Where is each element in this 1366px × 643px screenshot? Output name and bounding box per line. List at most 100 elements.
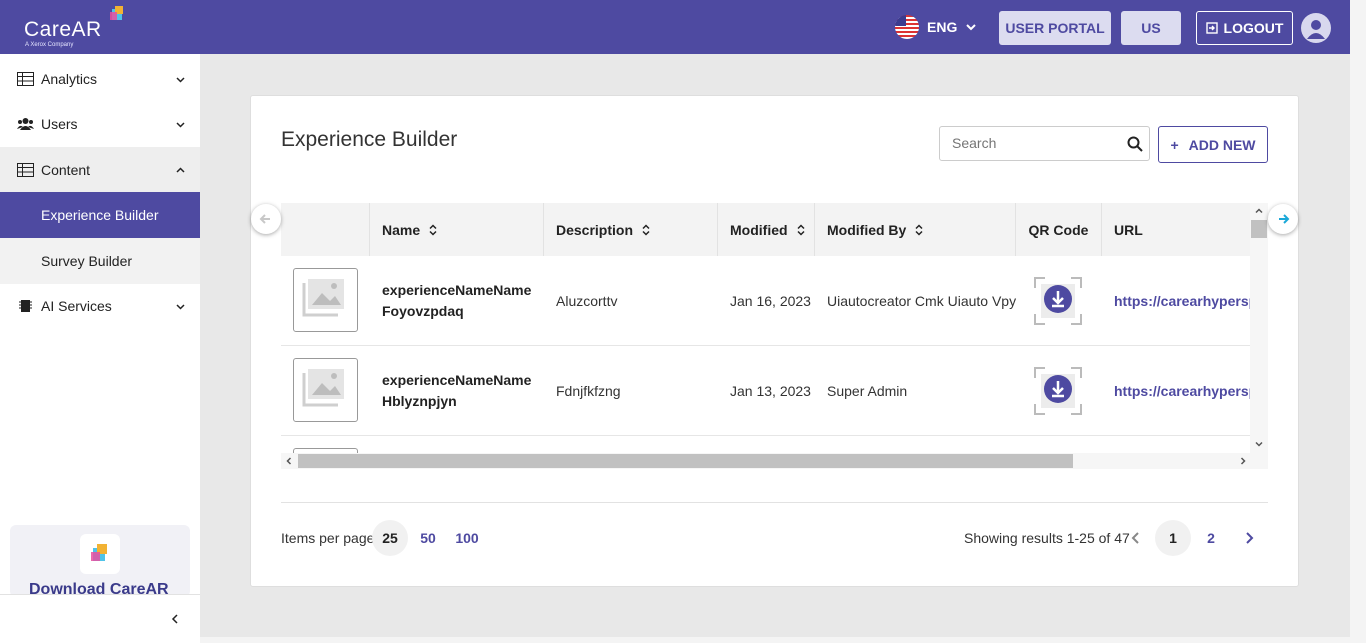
sort-icon[interactable] (641, 223, 651, 236)
modified-cell: Jan 16, 2023 (730, 293, 811, 309)
experience-builder-card: Experience Builder + ADD NEW Name Descri… (250, 95, 1299, 587)
qr-download-icon[interactable] (1033, 276, 1083, 326)
table-scroll-left-button[interactable] (251, 204, 281, 234)
image-placeholder-icon (293, 268, 358, 332)
column-header-modified-by[interactable]: Modified By (814, 203, 1015, 256)
column-label: Name (382, 221, 421, 238)
column-header-url: URL (1101, 203, 1250, 256)
thumbnail-column-header (281, 203, 369, 256)
users-icon (17, 118, 34, 130)
vertical-scrollbar[interactable] (1250, 203, 1268, 453)
qr-download-icon[interactable] (1033, 366, 1083, 416)
modified-by-cell: Uiautocreator Cmk Uiauto Vpy (827, 293, 1017, 309)
column-header-modified[interactable]: Modified (717, 203, 814, 256)
name-cell: experienceNameNameHblyznpjyn (382, 346, 537, 436)
items-per-page-label: Items per page: (281, 530, 379, 546)
logo-subtitle: A Xerox Company (25, 42, 74, 48)
name-cell: experienceNameNameFoyovzpdaq (382, 256, 537, 346)
horizontal-scroll-thumb[interactable] (298, 454, 1073, 468)
image-placeholder-icon (293, 358, 358, 422)
user-icon (1307, 20, 1325, 39)
sort-icon[interactable] (428, 223, 438, 236)
experience-name[interactable]: experienceNameNameFoyovzpdaq (382, 280, 537, 322)
experience-table: Name Description Modified Modified By QR… (281, 203, 1268, 469)
table-icon (17, 72, 34, 86)
sidebar-item-users[interactable]: Users (0, 101, 200, 147)
sidebar-item-label: Content (41, 162, 91, 178)
chevron-left-icon[interactable] (170, 613, 180, 625)
scroll-right-icon[interactable] (1238, 456, 1248, 466)
sidebar-item-label: Analytics (41, 71, 98, 87)
arrow-left-icon (259, 214, 270, 224)
sidebar-item-experience-builder[interactable]: Experience Builder (0, 192, 200, 238)
column-header-description[interactable]: Description (543, 203, 717, 256)
logo-cube-icon (110, 6, 123, 20)
url-link[interactable]: https://carearhypersp (1114, 346, 1257, 436)
items-per-page-50[interactable]: 50 (410, 520, 446, 556)
table-row[interactable]: experienceNameNameHblyznpjyn Fdnjfkfzng … (281, 346, 1257, 436)
sort-icon[interactable] (914, 223, 924, 236)
carear-app-icon (80, 534, 120, 574)
sidebar-collapse-bar (0, 594, 200, 643)
chip-icon (19, 300, 32, 312)
items-per-page-25[interactable]: 25 (372, 520, 408, 556)
sidebar-item-ai-services[interactable]: AI Services (0, 283, 200, 329)
results-count: Showing results 1-25 of 47 (964, 530, 1130, 546)
column-label: Modified By (827, 221, 907, 238)
us-flag-icon (895, 15, 919, 39)
horizontal-scrollbar[interactable] (281, 453, 1268, 469)
sidebar-item-label: Experience Builder (41, 207, 159, 223)
carear-logo[interactable]: CareAR A Xerox Company (24, 6, 134, 50)
language-label: ENG (927, 19, 958, 35)
url-link[interactable]: https://carearhypersp (1114, 256, 1257, 346)
column-label: Description (556, 221, 634, 238)
column-header-name[interactable]: Name (369, 203, 543, 256)
chevron-down-icon (176, 303, 185, 310)
sidebar-item-analytics[interactable]: Analytics (0, 56, 200, 102)
page-title: Experience Builder (281, 128, 458, 151)
page-1-button[interactable]: 1 (1155, 520, 1191, 556)
search-box[interactable] (939, 126, 1150, 161)
column-header-qr-code: QR Code (1015, 203, 1101, 256)
user-avatar[interactable] (1301, 13, 1331, 43)
language-selector[interactable]: ENG (895, 14, 977, 40)
user-portal-button[interactable]: USER PORTAL (999, 11, 1111, 45)
chevron-right-icon[interactable] (1242, 530, 1256, 546)
scroll-down-icon[interactable] (1254, 439, 1264, 449)
sidebar-item-label: AI Services (41, 298, 112, 314)
plus-icon: + (1170, 136, 1179, 153)
sidebar-item-label: Survey Builder (41, 253, 133, 269)
table-scroll-right-button[interactable] (1268, 204, 1298, 234)
description-cell: Fdnjfkfzng (556, 383, 621, 399)
vertical-scroll-thumb[interactable] (1251, 220, 1267, 238)
sidebar-item-survey-builder[interactable]: Survey Builder (0, 238, 200, 284)
search-input[interactable] (952, 135, 1112, 151)
chevron-down-icon (176, 121, 185, 128)
column-label: QR Code (1028, 221, 1089, 238)
table-icon (17, 163, 34, 177)
page-2-button[interactable]: 2 (1193, 520, 1229, 556)
table-row[interactable]: experienceNameNameFoyovzpdaq Aluzcorttv … (281, 256, 1257, 346)
table-header: Name Description Modified Modified By QR… (281, 203, 1250, 256)
logout-button[interactable]: LOGOUT (1196, 11, 1293, 45)
search-icon[interactable] (1127, 136, 1143, 152)
experience-name[interactable]: experienceNameNameHblyznpjyn (382, 370, 537, 412)
page-scrollbar[interactable] (1350, 0, 1366, 643)
scroll-up-icon[interactable] (1254, 206, 1264, 216)
arrow-right-icon (1279, 214, 1290, 224)
chevron-left-icon[interactable] (1129, 530, 1143, 546)
sidebar: Analytics Users Content Experience Build… (0, 54, 200, 643)
logout-label: LOGOUT (1223, 20, 1284, 36)
add-new-button[interactable]: + ADD NEW (1158, 126, 1268, 163)
logo-text: CareAR (24, 18, 102, 41)
scroll-left-icon[interactable] (284, 456, 294, 466)
region-us-button[interactable]: US (1121, 11, 1181, 45)
chevron-up-icon (176, 166, 185, 173)
items-per-page-100[interactable]: 100 (449, 520, 485, 556)
column-label: Modified (730, 221, 788, 238)
sidebar-item-content[interactable]: Content (0, 147, 200, 193)
download-app-card[interactable]: Download CareAR (10, 525, 190, 597)
column-label: URL (1114, 221, 1143, 238)
sort-icon[interactable] (796, 223, 806, 236)
divider (281, 502, 1268, 503)
